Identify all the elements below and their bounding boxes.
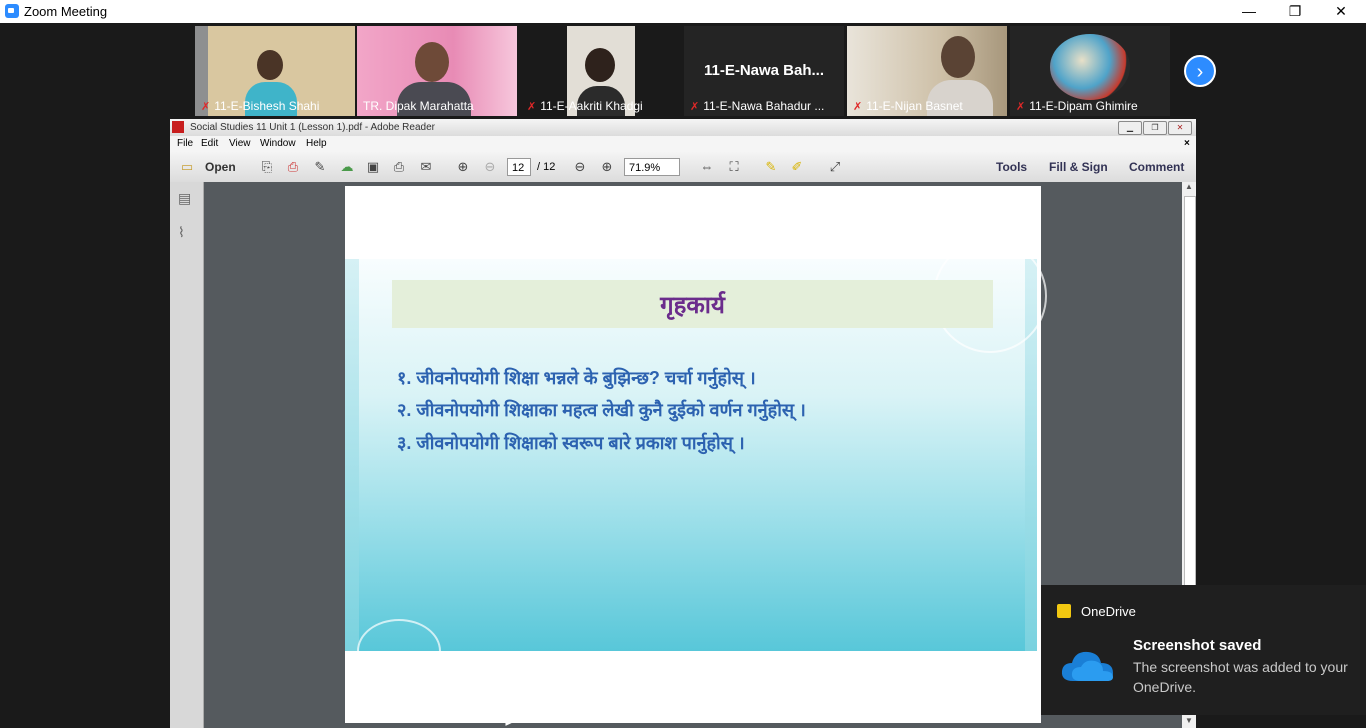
close-document-icon[interactable]: × [1184, 138, 1190, 149]
slide-heading: गृहकार्य [660, 292, 725, 319]
tools-tab[interactable]: Tools [996, 160, 1027, 174]
reader-titlebar: Social Studies 11 Unit 1 (Lesson 1).pdf … [170, 119, 1196, 136]
question-3: ३. जीवनोपयोगी शिक्षाको स्वरूप बारे प्रका… [397, 433, 745, 453]
scrollbar-thumb[interactable] [1184, 196, 1196, 648]
zoom-in-icon[interactable]: ⊕ [598, 158, 616, 176]
participant-name: TR. Dipak Marahatta [363, 99, 474, 113]
zoom-titlebar: Zoom Meeting — ❐ ✕ [0, 0, 1366, 23]
participant-name: 11-E-Bishesh Shahi [214, 99, 320, 113]
menu-edit[interactable]: Edit [201, 138, 218, 149]
participant-tile-active-speaker[interactable]: TR. Dipak Marahatta [357, 26, 517, 116]
comment-tab[interactable]: Comment [1129, 160, 1184, 174]
reader-toolbar: ▭ Open ⎘ ⎙ ✎ ☁ ▣ ⎙ ✉ ⊕ ⊖ 12 / 12 ⊖ ⊕ 71.… [170, 152, 1196, 183]
participant-name: 11-E-Nawa Bahadur ... [703, 99, 825, 113]
next-page-icon[interactable]: ⊖ [481, 158, 499, 176]
participant-placeholder-name: 11-E-Nawa Bah... [703, 62, 825, 79]
save-icon[interactable]: ▣ [364, 158, 382, 176]
minimize-button[interactable]: — [1226, 0, 1272, 23]
onedrive-notification[interactable]: OneDrive Screenshot saved The screenshot… [1041, 585, 1366, 715]
pages-panel-icon[interactable]: ▤ [178, 190, 194, 208]
edit-pdf-icon[interactable]: ✎ [311, 158, 329, 176]
upload-cloud-icon[interactable]: ☁ [338, 158, 356, 176]
scroll-down-icon[interactable]: ▼ [1182, 716, 1196, 728]
reader-window-title: Social Studies 11 Unit 1 (Lesson 1).pdf … [190, 122, 435, 133]
notification-title: Screenshot saved [1133, 637, 1262, 654]
swirl-decoration [357, 619, 441, 683]
full-screen-icon[interactable]: ⤢ [826, 158, 844, 176]
participant-tile[interactable]: 11-E-Nawa Bah... ✗ 11-E-Nawa Bahadur ... [684, 26, 844, 116]
scroll-up-icon[interactable]: ▲ [1182, 182, 1196, 194]
onedrive-cloud-icon [1061, 651, 1113, 681]
muted-mic-icon: ✗ [853, 101, 863, 113]
slide: गृहकार्य १. जीवनोपयोगी शिक्षा भन्नले के … [345, 239, 1047, 683]
page-number-input[interactable]: 12 [507, 158, 531, 176]
page-total: / 12 [537, 161, 556, 173]
menu-help[interactable]: Help [306, 138, 327, 149]
create-pdf-icon[interactable]: ⎘ [258, 158, 276, 176]
open-folder-icon[interactable]: ▭ [178, 158, 196, 176]
muted-mic-icon: ✗ [201, 101, 211, 113]
zoom-out-icon[interactable]: ⊖ [571, 158, 589, 176]
restore-button[interactable]: ❐ [1272, 0, 1318, 23]
reader-restore-button[interactable]: ❐ [1143, 121, 1167, 135]
export-pdf-icon[interactable]: ⎙ [284, 158, 302, 176]
fill-sign-tab[interactable]: Fill & Sign [1049, 160, 1108, 174]
muted-mic-icon: ✗ [690, 101, 700, 113]
comment-sticky-note-icon[interactable]: ✎ [762, 158, 780, 176]
participant-tile[interactable]: ✗ 11-E-Nijan Basnet [847, 26, 1007, 116]
attachments-paperclip-icon[interactable]: ⌇ [178, 224, 194, 242]
pdf-file-icon [172, 121, 184, 133]
fit-width-icon[interactable]: ⇔ [698, 158, 716, 176]
email-icon[interactable]: ✉ [417, 158, 435, 176]
menu-window[interactable]: Window [260, 138, 296, 149]
onedrive-app-icon [1057, 604, 1071, 618]
notification-body: The screenshot was added to your OneDriv… [1133, 659, 1348, 695]
reader-minimize-button[interactable]: ▁ [1118, 121, 1142, 135]
navigation-sidebar: ▤ ⌇ [170, 182, 204, 728]
participant-name: 11-E-Dipam Ghimire [1029, 99, 1138, 113]
question-1: १. जीवनोपयोगी शिक्षा भन्नले के बुझिन्छ? … [397, 368, 756, 388]
window-title: Zoom Meeting [24, 4, 108, 19]
reader-menubar: File Edit View Window Help × [170, 136, 1196, 152]
participant-tile[interactable]: ✗ 11-E-Bishesh Shahi [195, 26, 355, 116]
muted-mic-icon: ✗ [527, 101, 537, 113]
participant-name: 11-E-Nijan Basnet [866, 99, 963, 113]
highlight-icon[interactable]: ✐ [788, 158, 806, 176]
muted-mic-icon: ✗ [1016, 101, 1026, 113]
question-2: २. जीवनोपयोगी शिक्षाका महत्व लेखी कुनै द… [397, 400, 806, 420]
zoom-logo-icon [5, 4, 19, 18]
open-button[interactable]: Open [205, 160, 236, 174]
fit-page-icon[interactable]: ⛶ [725, 158, 743, 176]
participant-tile[interactable]: ✗ 11-E-Aakriti Khadgi [521, 26, 681, 116]
print-icon[interactable]: ⎙ [390, 158, 408, 176]
menu-view[interactable]: View [229, 138, 251, 149]
next-page-chevron-right-icon[interactable]: › [1184, 55, 1216, 87]
notification-app-name: OneDrive [1081, 604, 1136, 619]
reader-close-button[interactable]: ✕ [1168, 121, 1192, 135]
participant-tile[interactable]: ✗ 11-E-Dipam Ghimire [1010, 26, 1170, 116]
participant-name: 11-E-Aakriti Khadgi [540, 99, 643, 113]
pdf-page: गृहकार्य १. जीवनोपयोगी शिक्षा भन्नले के … [345, 186, 1047, 723]
participant-gallery: ✗ 11-E-Bishesh Shahi TR. Dipak Marahatta … [0, 23, 1366, 119]
menu-file[interactable]: File [177, 138, 193, 149]
zoom-level-select[interactable]: 71.9% [624, 158, 680, 176]
heading-box: गृहकार्य [392, 280, 993, 328]
close-button[interactable]: ✕ [1318, 0, 1364, 23]
previous-page-icon[interactable]: ⊕ [454, 158, 472, 176]
